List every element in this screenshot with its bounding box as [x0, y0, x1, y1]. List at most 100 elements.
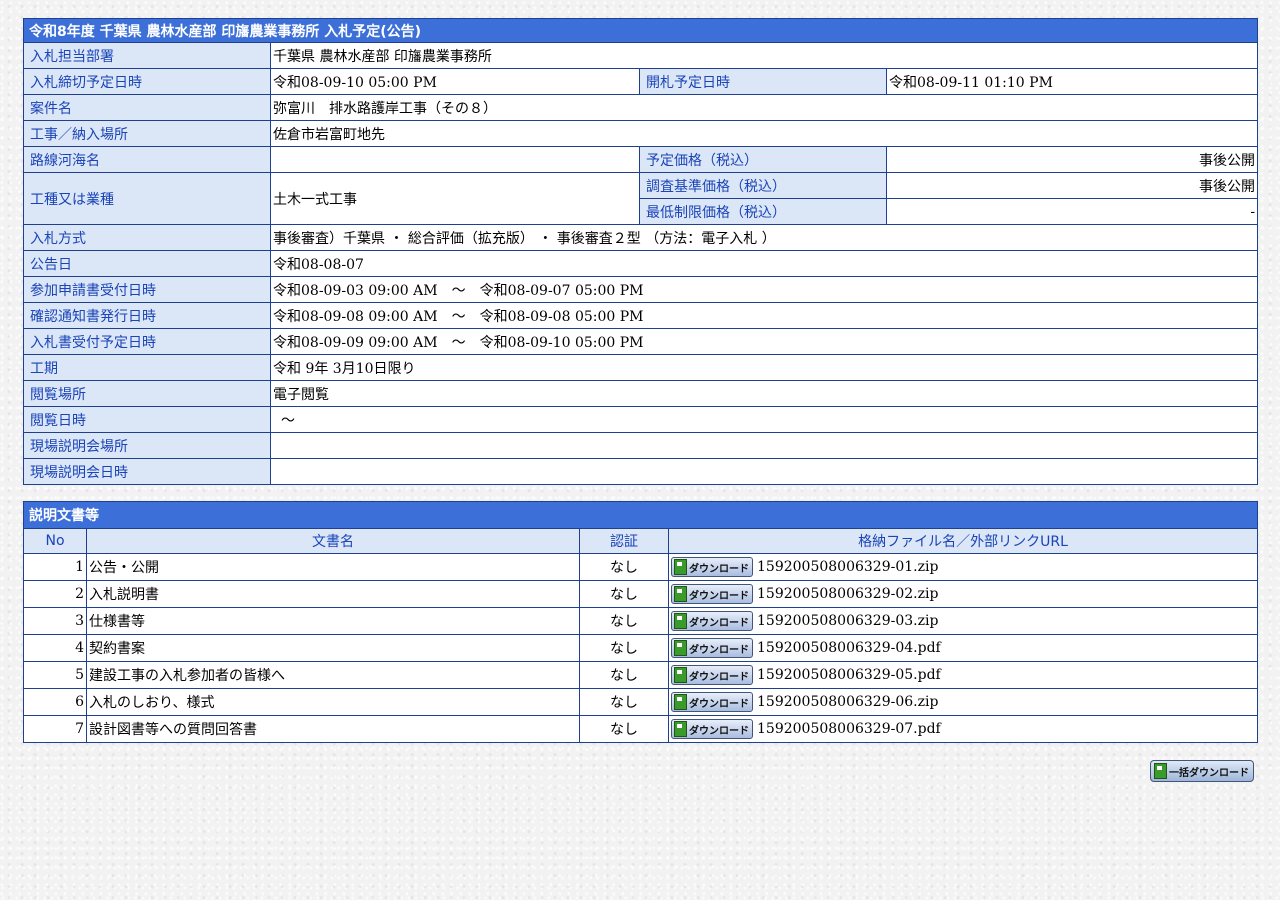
doc-file-name: 159200508006329-07.pdf: [757, 721, 941, 737]
doc-auth: なし: [579, 607, 669, 635]
value-survey-price: 事後公開: [885, 172, 1259, 199]
value-application: 令和08-09-03 09:00 AM ～ 令和08-09-07 05:00 P…: [269, 276, 1259, 303]
table-row: 5 建設工事の入札参加者の皆様へ なし ダウンロード 159200508006329-0…: [23, 661, 1258, 689]
download-label: ダウンロード: [689, 590, 749, 602]
doc-file-name: 159200508006329-03.zip: [757, 613, 939, 629]
label-notice-date: 公告日: [23, 250, 271, 277]
label-view-date: 閲覧日時: [23, 406, 271, 433]
download-label: ダウンロード: [689, 617, 749, 629]
label-dept: 入札担当部署: [23, 42, 271, 69]
row-view-place: 閲覧場所 電子閲覧: [23, 380, 1259, 407]
label-application: 参加申請書受付日時: [23, 276, 271, 303]
row-bid-reception: 入札書受付予定日時 令和08-09-09 09:00 AM ～ 令和08-09-…: [23, 328, 1259, 355]
value-confirmation: 令和08-09-08 09:00 AM ～ 令和08-09-08 05:00 P…: [269, 302, 1259, 329]
page-title: 令和8年度 千葉県 農林水産部 印旛農業事務所 入札予定(公告): [22, 18, 1259, 43]
download-button[interactable]: ダウンロード: [671, 665, 753, 685]
table-row: 1 公告・公開 なし ダウンロード 159200508006329-01.zip: [23, 553, 1258, 581]
label-bid-reception: 入札書受付予定日時: [23, 328, 271, 355]
doc-file-name: 159200508006329-01.zip: [757, 559, 939, 575]
download-button[interactable]: ダウンロード: [671, 557, 753, 577]
download-button[interactable]: ダウンロード: [671, 638, 753, 658]
doc-no: 7: [23, 715, 87, 743]
floppy-disk-icon: [674, 559, 687, 575]
label-route: 路線河海名: [23, 146, 271, 173]
bulk-download-button[interactable]: 一括ダウンロード: [1150, 760, 1254, 782]
row-application: 参加申請書受付日時 令和08-09-03 09:00 AM ～ 令和08-09-…: [23, 276, 1259, 303]
floppy-disk-icon: [674, 721, 687, 737]
row-period: 工期 令和 9年 3月10日限り: [23, 354, 1259, 381]
doc-auth: なし: [579, 634, 669, 662]
value-planned-price: 事後公開: [885, 146, 1259, 173]
value-site-date: [269, 458, 1259, 485]
doc-file-cell: ダウンロード 159200508006329-02.zip: [668, 580, 1258, 608]
header-auth: 認証: [579, 528, 669, 554]
value-view-date: ～: [269, 406, 1259, 433]
documents-body: 1 公告・公開 なし ダウンロード 159200508006329-01.zip 2 入札説…: [23, 553, 1258, 743]
label-place: 工事／納入場所: [23, 120, 271, 147]
bid-info-table: 令和8年度 千葉県 農林水産部 印旛農業事務所 入札予定(公告) 入札担当部署 …: [22, 18, 1259, 485]
row-view-date: 閲覧日時 ～: [23, 406, 1259, 433]
doc-file-cell: ダウンロード 159200508006329-07.pdf: [668, 715, 1258, 743]
label-view-place: 閲覧場所: [23, 380, 271, 407]
floppy-disk-icon: [674, 694, 687, 710]
label-opening: 開札予定日時: [639, 68, 887, 95]
label-survey-price: 調査基準価格（税込）: [639, 172, 887, 199]
row-project: 案件名 弥富川 排水路護岸工事（その８）: [23, 94, 1259, 121]
label-site-place: 現場説明会場所: [23, 432, 271, 459]
doc-name: 建設工事の入札参加者の皆様へ: [86, 661, 580, 689]
doc-no: 5: [23, 661, 87, 689]
label-site-date: 現場説明会日時: [23, 458, 271, 485]
doc-no: 3: [23, 607, 87, 635]
table-row: 6 入札のしおり、様式 なし ダウンロード 159200508006329-06.zip: [23, 688, 1258, 716]
floppy-disk-icon: [674, 667, 687, 683]
label-project: 案件名: [23, 94, 271, 121]
value-min-price: -: [885, 198, 1259, 225]
download-button[interactable]: ダウンロード: [671, 692, 753, 712]
doc-auth: なし: [579, 661, 669, 689]
doc-no: 6: [23, 688, 87, 716]
label-deadline: 入札締切予定日時: [23, 68, 271, 95]
download-button[interactable]: ダウンロード: [671, 719, 753, 739]
label-period: 工期: [23, 354, 271, 381]
label-method: 入札方式: [23, 224, 271, 251]
value-site-place: [269, 432, 1259, 459]
value-bid-reception: 令和08-09-09 09:00 AM ～ 令和08-09-10 05:00 P…: [269, 328, 1259, 355]
value-opening: 令和08-09-11 01:10 PM: [885, 68, 1259, 95]
label-category: 工種又は業種: [23, 172, 271, 225]
doc-file-cell: ダウンロード 159200508006329-01.zip: [668, 553, 1258, 581]
doc-no: 4: [23, 634, 87, 662]
row-site-date: 現場説明会日時: [23, 458, 1259, 485]
row-category: 工種又は業種 土木一式工事 調査基準価格（税込） 事後公開: [23, 172, 1259, 225]
doc-auth: なし: [579, 553, 669, 581]
download-button[interactable]: ダウンロード: [671, 611, 753, 631]
download-label: ダウンロード: [689, 698, 749, 710]
label-confirmation: 確認通知書発行日時: [23, 302, 271, 329]
doc-name: 設計図書等への質問回答書: [86, 715, 580, 743]
doc-auth: なし: [579, 580, 669, 608]
doc-no: 1: [23, 553, 87, 581]
doc-file-name: 159200508006329-04.pdf: [757, 640, 941, 656]
bulk-download-label: 一括ダウンロード: [1169, 767, 1249, 779]
floppy-disk-icon: [674, 613, 687, 629]
row-notice-date: 公告日 令和08-08-07: [23, 250, 1259, 277]
header-name: 文書名: [86, 528, 580, 554]
value-category: 土木一式工事: [270, 172, 640, 225]
doc-file-cell: ダウンロード 159200508006329-03.zip: [668, 607, 1258, 635]
doc-file-cell: ダウンロード 159200508006329-05.pdf: [668, 661, 1258, 689]
doc-file-name: 159200508006329-02.zip: [757, 586, 939, 602]
row-method: 入札方式 事後審査）千葉県 ・ 総合評価（拡充版） ・ 事後審査２型 （方法：電…: [23, 224, 1259, 251]
value-route: [270, 146, 640, 173]
value-view-place: 電子閲覧: [269, 380, 1259, 407]
row-route: 路線河海名 予定価格（税込） 事後公開: [23, 146, 1259, 173]
doc-name: 公告・公開: [86, 553, 580, 581]
table-row: 2 入札説明書 なし ダウンロード 159200508006329-02.zip: [23, 580, 1258, 608]
doc-no: 2: [23, 580, 87, 608]
row-deadline: 入札締切予定日時 令和08-09-10 05:00 PM 開札予定日時 令和08…: [23, 68, 1259, 95]
value-place: 佐倉市岩富町地先: [269, 120, 1259, 147]
documents-table: 説明文書等 No 文書名 認証 格納ファイル名／外部リンクURL 1 公告・公開な…: [23, 501, 1258, 743]
page-container: 令和8年度 千葉県 農林水産部 印旛農業事務所 入札予定(公告) 入札担当部署 …: [22, 18, 1259, 743]
value-method: 事後審査）千葉県 ・ 総合評価（拡充版） ・ 事後審査２型 （方法：電子入札 ）: [269, 224, 1259, 251]
doc-file-name: 159200508006329-05.pdf: [757, 667, 941, 683]
value-notice-date: 令和08-08-07: [269, 250, 1259, 277]
download-button[interactable]: ダウンロード: [671, 584, 753, 604]
